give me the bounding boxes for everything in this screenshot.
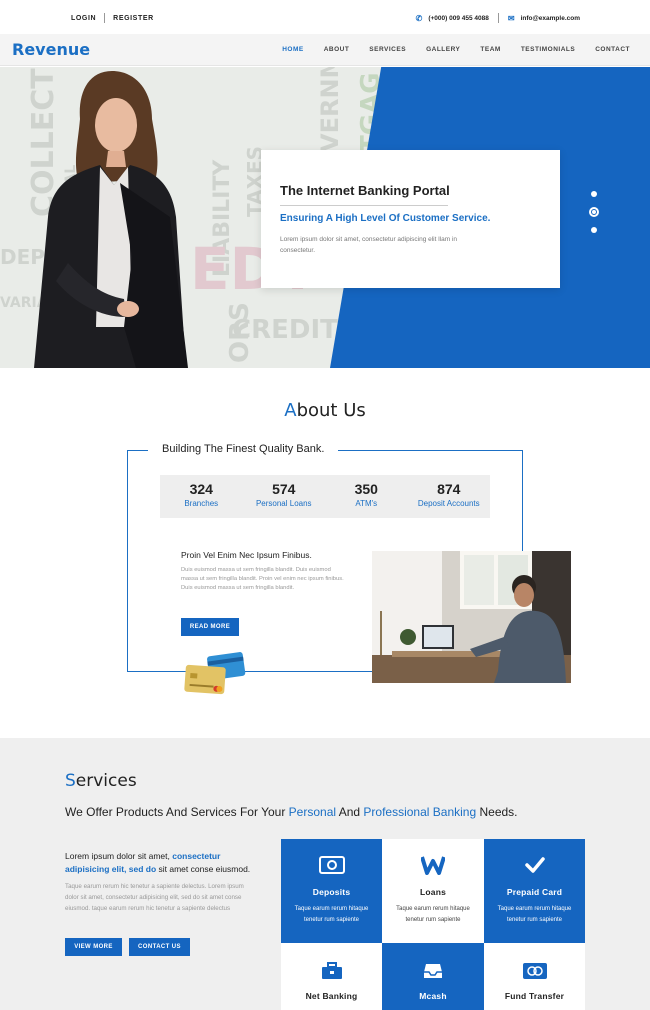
service-text: Taque earum rerum hitaque tenetur rum sa…: [497, 906, 572, 923]
stat-deposit-accounts: 874 Deposit Accounts: [408, 475, 491, 518]
nav-item-about[interactable]: ABOUT: [324, 46, 350, 53]
nav-item-team[interactable]: TEAM: [480, 46, 500, 53]
mastercard-icon: [484, 959, 585, 983]
main-navbar: Revenue HOME ABOUT SERVICES GALLERY TEAM…: [0, 34, 650, 66]
services-section: Services We Offer Products And Services …: [0, 738, 650, 1010]
stat-branches: 324 Branches: [160, 475, 243, 518]
read-more-button[interactable]: READ MORE: [181, 618, 239, 636]
services-heading-rest: ervices: [75, 771, 137, 791]
stat-label: Branches: [184, 499, 219, 508]
stat-label: ATM's: [355, 499, 378, 508]
services-sub-text: And: [336, 805, 364, 819]
hero-banner: COLLECTION MEDICAL LIABILITY TAXES VERNM…: [0, 67, 650, 368]
service-name: Deposits: [312, 887, 351, 897]
service-name: Mcash: [419, 991, 447, 1001]
site-logo[interactable]: Revenue: [12, 40, 90, 59]
nav-item-gallery[interactable]: GALLERY: [426, 46, 460, 53]
services-sub-highlight: Professional Banking: [363, 805, 477, 819]
services-lead-text: sit amet conse eiusmod.: [156, 864, 251, 874]
about-heading-initial: A: [284, 400, 297, 421]
about-paragraph: Duis euismod massa ut sem fringilla blan…: [181, 567, 344, 591]
services-sub-highlight: Personal: [288, 805, 337, 819]
contact-us-button[interactable]: CONTACT US: [129, 938, 190, 956]
service-tile-mcash[interactable]: Mcash: [382, 943, 484, 1010]
slider-dot-active[interactable]: [589, 207, 599, 217]
hero-subtitle: Ensuring A High Level Of Customer Servic…: [280, 213, 491, 224]
services-subheading: We Offer Products And Services For Your …: [65, 805, 518, 819]
stat-atms: 350 ATM's: [325, 475, 408, 518]
w-logo-icon: [382, 853, 484, 877]
nav-item-contact[interactable]: CONTACT: [595, 46, 630, 53]
slider-dot[interactable]: [591, 227, 597, 233]
hero-title: The Internet Banking Portal: [280, 183, 450, 198]
register-link[interactable]: REGISTER: [113, 15, 154, 22]
check-icon: [484, 853, 585, 877]
stat-number: 350: [354, 481, 378, 497]
stat-number: 574: [272, 481, 296, 497]
stat-label: Deposit Accounts: [417, 499, 480, 508]
email-link[interactable]: info@example.com: [521, 15, 580, 22]
service-name: Fund Transfer: [504, 991, 565, 1001]
hero-card: The Internet Banking Portal Ensuring A H…: [261, 150, 560, 288]
stat-personal-loans: 574 Personal Loans: [243, 475, 326, 518]
card-icon: [281, 853, 382, 877]
credit-cards-illustration: [184, 652, 246, 695]
service-name: Net Banking: [305, 991, 358, 1001]
services-lead-text: Lorem ipsum dolor sit amet,: [65, 851, 173, 861]
contact-info: ✆ (+000) 009 455 4088 ✉ info@example.com: [416, 13, 580, 23]
stats-bar: 324 Branches 574 Personal Loans 350 ATM'…: [160, 475, 490, 518]
about-text-block: Proin Vel Enim Nec Ipsum Finibus. Duis e…: [181, 550, 346, 593]
top-bar: LOGIN REGISTER ✆ (+000) 009 455 4088 ✉ i…: [0, 0, 650, 34]
about-heading-rest: bout Us: [296, 400, 366, 421]
hero-text: Lorem ipsum dolor sit amet, consectetur …: [280, 236, 458, 254]
man-at-laptop-image: [372, 551, 571, 683]
services-heading-initial: S: [65, 771, 76, 791]
view-more-button[interactable]: VIEW MORE: [65, 938, 122, 956]
service-name: Prepaid Card: [506, 887, 563, 897]
about-frame-label: Building The Finest Quality Bank.: [148, 443, 339, 455]
phone-number: (+000) 009 455 4088: [428, 14, 489, 22]
service-tile-prepaid-card[interactable]: Prepaid Card Taque earum rerum hitaque t…: [484, 839, 585, 943]
about-subheading: Proin Vel Enim Nec Ipsum Finibus.: [181, 550, 312, 560]
services-lead: Lorem ipsum dolor sit amet, consectetur …: [65, 850, 265, 876]
slider-dots: [589, 191, 599, 243]
service-tile-fund-transfer[interactable]: Fund Transfer: [484, 943, 585, 1010]
service-tile-deposits[interactable]: Deposits Taque earum rerum hitaque tenet…: [281, 839, 382, 943]
service-text: Taque earum rerum hitaque tenetur rum sa…: [396, 906, 470, 923]
service-tile-loans[interactable]: Loans Taque earum rerum hitaque tenetur …: [382, 839, 484, 943]
stat-number: 324: [189, 481, 213, 497]
mail-icon: ✉: [507, 13, 515, 23]
about-heading: About Us: [0, 400, 650, 421]
slider-dot[interactable]: [591, 191, 597, 197]
nav-menu: HOME ABOUT SERVICES GALLERY TEAM TESTIMO…: [262, 46, 630, 53]
nav-item-testimonials[interactable]: TESTIMONIALS: [521, 46, 575, 53]
services-description: Taque earum rerum hic tenetur a sapiente…: [65, 883, 244, 912]
nav-item-home[interactable]: HOME: [282, 46, 304, 53]
service-text: Taque earum rerum hitaque tenetur rum sa…: [294, 906, 369, 923]
service-name: Loans: [419, 887, 447, 897]
hero-bg-word: VERNMI: [316, 67, 344, 152]
services-sub-text: We Offer Products And Services For Your: [65, 805, 289, 819]
nav-item-services[interactable]: SERVICES: [369, 46, 406, 53]
service-tile-net-banking[interactable]: Net Banking: [281, 943, 382, 1010]
briefcase-icon: [281, 959, 382, 983]
hero-bg-word: ORS: [225, 302, 255, 363]
divider: [104, 13, 106, 23]
inbox-icon: [382, 959, 484, 983]
hero-divider: [280, 205, 448, 206]
auth-links: LOGIN REGISTER: [71, 13, 154, 23]
stat-number: 874: [437, 481, 461, 497]
services-grid: Deposits Taque earum rerum hitaque tenet…: [281, 839, 585, 1010]
divider: [497, 13, 499, 23]
services-heading: Services: [65, 771, 137, 791]
phone-icon: ✆: [415, 13, 423, 23]
stat-label: Personal Loans: [255, 499, 312, 508]
woman-portrait-image: [34, 71, 188, 368]
services-sub-text: Needs.: [476, 805, 518, 819]
login-link[interactable]: LOGIN: [71, 15, 96, 22]
